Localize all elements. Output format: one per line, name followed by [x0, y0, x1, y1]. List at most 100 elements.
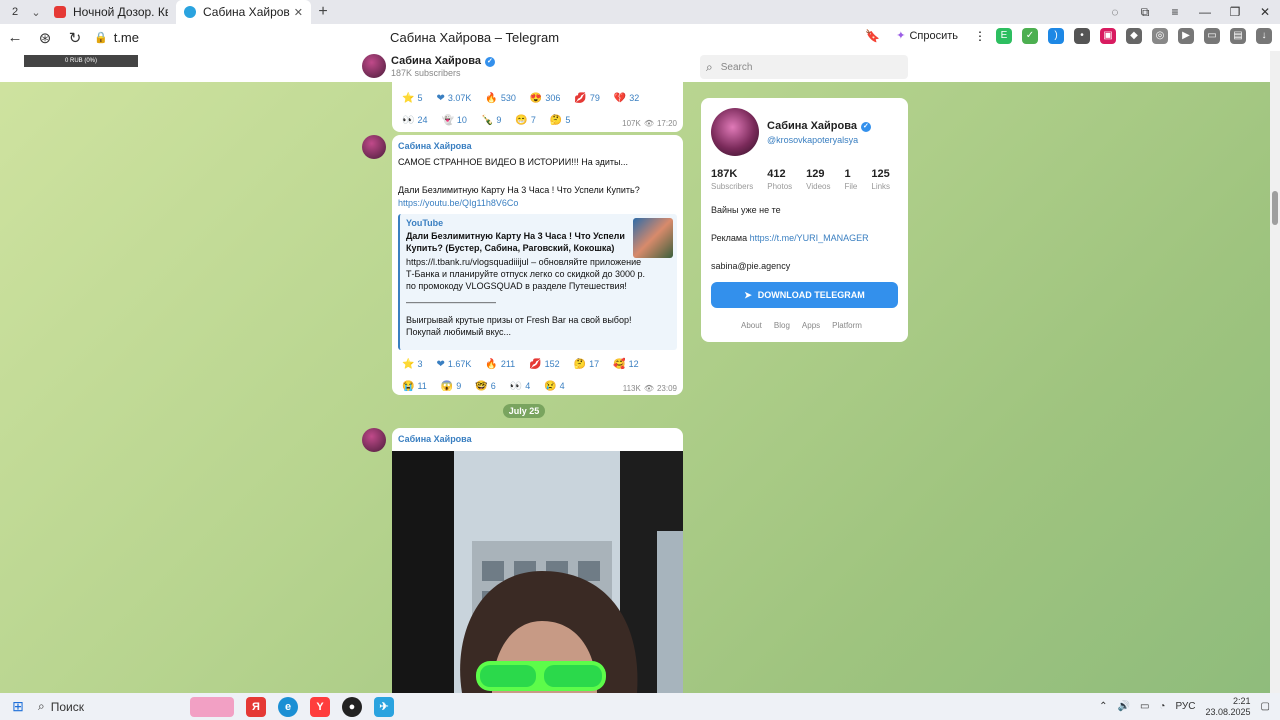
close-tab-icon[interactable]: ✕ [294, 6, 303, 19]
shield-icon[interactable]: ⊛ [30, 29, 60, 47]
profile-avatar[interactable] [711, 108, 759, 156]
reaction-chip[interactable]: 💋 79 [570, 90, 603, 106]
reaction-chip[interactable]: 👀 24 [398, 112, 431, 128]
reaction-chip[interactable]: 🔥 211 [481, 356, 519, 372]
reaction-chip[interactable]: ❤ 3.07K [432, 90, 475, 106]
reaction-chip[interactable]: 🤓 6 [471, 378, 499, 394]
language-indicator[interactable]: РУС [1175, 701, 1195, 712]
telegram-web-preview: Сабина Хайрова ✓ 187K subscribers ⌕ Searc… [0, 51, 1270, 693]
footer-link-blog[interactable]: Blog [774, 321, 790, 330]
system-clock[interactable]: 2:21 23.08.2025 [1206, 696, 1251, 718]
bookmark-icon[interactable]: 🔖 [865, 29, 880, 43]
chevron-up-icon[interactable]: ⌃ [1099, 701, 1107, 712]
media-icon[interactable]: ▶ [1178, 27, 1194, 44]
edge-icon[interactable]: e [278, 696, 298, 717]
stat-photos[interactable]: 412 Photos [767, 168, 792, 191]
page-scrollbar[interactable] [1270, 51, 1280, 693]
footer-link-about[interactable]: About [741, 321, 762, 330]
lightbulb-extension-icon[interactable]: • [1074, 27, 1090, 44]
reaction-chip[interactable]: ⭐ 5 [398, 90, 426, 106]
link-preview[interactable]: YouTube Дали Безлимитную Карту На 3 Часа… [398, 214, 677, 350]
red-extension-icon[interactable]: ▣ [1100, 27, 1116, 44]
volume-icon[interactable]: 🔊 [1118, 701, 1130, 712]
back-arrow-icon[interactable]: ← [0, 29, 30, 46]
reaction-chip[interactable]: 😁 7 [511, 112, 539, 128]
message-avatar[interactable] [362, 135, 386, 159]
price-overlay: 0 RUB (0%) [24, 55, 138, 67]
translate-icon[interactable]: ◎ [1152, 27, 1168, 44]
maximize-icon[interactable]: ❐ [1220, 5, 1250, 19]
message-sender[interactable]: Сабина Хайрова [398, 434, 472, 444]
app-icon[interactable]: ● [342, 696, 362, 717]
reaction-emoji-icon: 🔥 [485, 92, 498, 104]
windows-taskbar: ⊞ ⌕ Поиск Я e Y ● ✈ ⌃ 🔊 ▭ ◔ РУС 2:21 23.… [0, 693, 1280, 720]
close-window-icon[interactable]: ✕ [1250, 5, 1280, 19]
reaction-chip[interactable]: 🔥 530 [481, 90, 519, 106]
scrollbar-thumb[interactable] [1272, 191, 1278, 225]
battery-icon[interactable]: ▭ [1140, 701, 1149, 712]
reaction-chip[interactable]: 💋 152 [525, 356, 563, 372]
search-input[interactable]: ⌕ Search [700, 55, 908, 79]
puzzle-extension-icon[interactable]: ◆ [1126, 27, 1142, 44]
reaction-chip[interactable]: 😭 11 [398, 378, 431, 394]
evernote-extension-icon[interactable]: E [996, 27, 1012, 44]
yandex-browser-icon[interactable]: Y [310, 696, 330, 717]
reload-icon[interactable]: ↻ [60, 29, 90, 47]
reaction-chip[interactable]: ❤ 1.67K [432, 356, 475, 372]
cast-icon[interactable]: ▭ [1204, 27, 1220, 44]
browser-tab-active[interactable]: Сабина Хайрова – Tele ✕ [176, 0, 311, 24]
message-avatar[interactable] [362, 428, 386, 452]
minimize-icon[interactable]: — [1190, 5, 1220, 19]
notifications-icon[interactable]: ▢ [1261, 701, 1270, 712]
lock-icon[interactable]: 🔒 [94, 31, 108, 44]
audio-extension-icon[interactable]: ) [1048, 27, 1064, 44]
wifi-icon[interactable]: ◔ [1159, 701, 1165, 712]
date-divider: July 25 [503, 404, 545, 418]
footer-link-apps[interactable]: Apps [802, 321, 820, 330]
stat-subscribers[interactable]: 187K Subscribers [711, 168, 753, 191]
profile-icon[interactable]: ◌ [1100, 5, 1130, 19]
reaction-chip[interactable]: ⭐ 3 [398, 356, 426, 372]
tab-count-button[interactable]: 2 [4, 3, 26, 21]
reaction-chip[interactable]: 💔 32 [610, 90, 643, 106]
telegram-taskbar-icon[interactable]: ✈ [374, 696, 394, 717]
downloads-icon[interactable]: ↓ [1256, 27, 1272, 44]
flamingo-widget-icon[interactable] [190, 696, 234, 717]
stat-links[interactable]: 125 Links [871, 168, 890, 191]
telegram-plane-icon: ➤ [744, 289, 752, 300]
channel-avatar[interactable] [362, 54, 386, 78]
stat-files[interactable]: 1 File [844, 168, 857, 191]
windows-start-icon[interactable]: ⊞ [6, 698, 30, 715]
reaction-chip[interactable]: 😍 306 [526, 90, 564, 106]
ads-link[interactable]: https://t.me/YURI_MANAGER [750, 233, 869, 243]
new-tab-plus-icon[interactable]: + [311, 3, 335, 21]
reaction-chip[interactable]: 😢 4 [540, 378, 568, 394]
reaction-chip[interactable]: 🤔 5 [546, 112, 574, 128]
yandex-icon[interactable]: Я [246, 696, 266, 717]
profile-handle[interactable]: @krosovkapoteryalsya [767, 135, 858, 145]
tab-list-chevron-icon[interactable]: ⌄ [26, 6, 46, 19]
taskbar-search[interactable]: ⌕ Поиск [38, 699, 178, 714]
url-field[interactable]: t.me [114, 30, 139, 45]
sidebar-icon[interactable]: ▤ [1230, 27, 1246, 44]
browser-tab-inactive[interactable]: Ночной Дозор. Квест на г [46, 0, 176, 24]
footer-link-platform[interactable]: Platform [832, 321, 862, 330]
message-sender[interactable]: Сабина Хайрова [398, 141, 472, 151]
reaction-chip[interactable]: 😱 9 [437, 378, 465, 394]
stat-videos[interactable]: 129 Videos [806, 168, 830, 191]
more-options-icon[interactable]: ⋮ [974, 29, 986, 43]
channel-name[interactable]: Сабина Хайрова ✓ [391, 55, 495, 67]
reaction-chip[interactable]: 🥰 12 [609, 356, 642, 372]
message-photo[interactable] [392, 451, 683, 693]
reaction-chip[interactable]: 🍾 9 [477, 112, 505, 128]
download-telegram-button[interactable]: ➤ DOWNLOAD TELEGRAM [711, 282, 898, 308]
reaction-chip[interactable]: 👻 10 [437, 112, 470, 128]
reaction-chip[interactable]: 🤔 17 [570, 356, 603, 372]
message-link[interactable]: https://youtu.be/QIg11h8V6Co [398, 198, 518, 208]
bookmarks-icon[interactable]: ⧉ [1130, 5, 1160, 20]
menu-icon[interactable]: ≡ [1160, 5, 1190, 19]
shield-check-extension-icon[interactable]: ✓ [1022, 27, 1038, 44]
reaction-chip[interactable]: 👀 4 [506, 378, 534, 394]
ask-button[interactable]: ✦ Спросить [890, 27, 964, 44]
reaction-emoji-icon: ❤ [436, 358, 445, 370]
